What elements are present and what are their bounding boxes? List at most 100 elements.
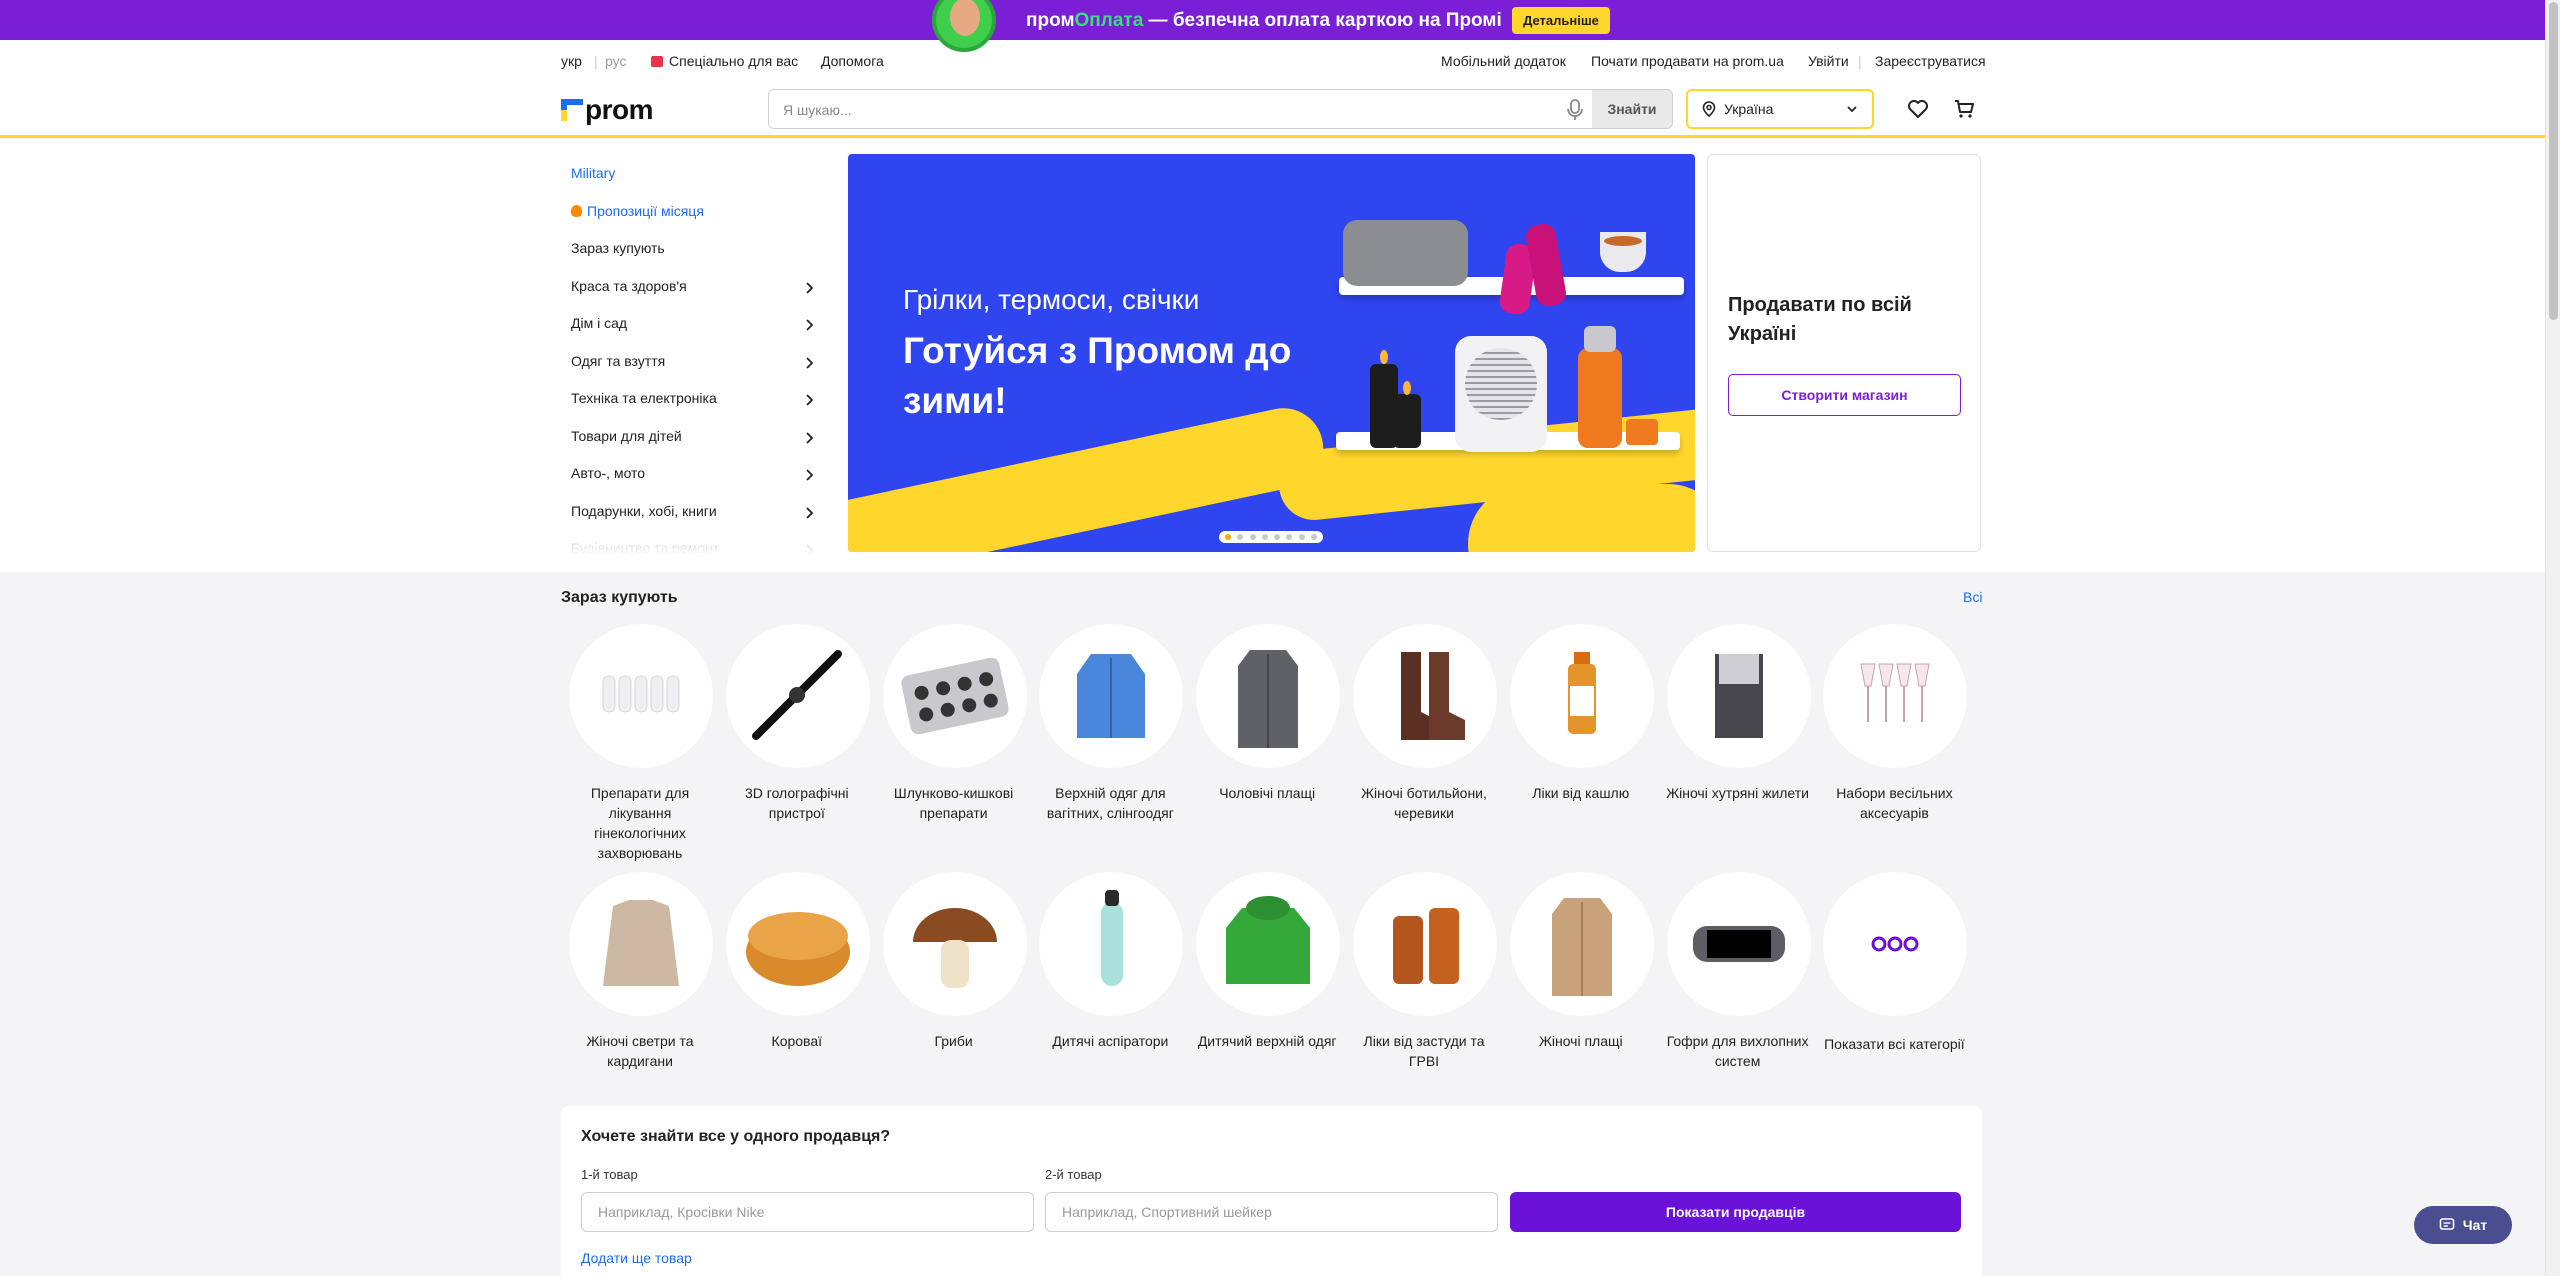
sidebar-category[interactable]: Краса та здоров'я	[571, 278, 821, 300]
blanket-icon	[1343, 220, 1468, 286]
sidebar-category[interactable]: Дім і сад	[571, 315, 821, 337]
sidebar-category[interactable]: Авто-, мото	[571, 465, 821, 487]
sidebar-category[interactable]: Пропозиції місяця	[571, 203, 821, 225]
carousel-dot[interactable]	[1261, 534, 1268, 540]
search-input[interactable]	[783, 99, 1543, 121]
carousel-dot[interactable]	[1237, 534, 1244, 540]
carousel-dot[interactable]	[1225, 534, 1232, 540]
category-tile-label: 3D голографічні пристрої	[744, 785, 849, 821]
sidebar-category[interactable]: Одяг та взуття	[571, 353, 821, 375]
promo-bar[interactable]: промОплата — безпечна оплата карткою на …	[0, 0, 2545, 52]
register-link[interactable]: Зареєструватися	[1875, 53, 1986, 69]
category-tile-label: Жіночі светри та кардигани	[586, 1033, 694, 1069]
boots-icon	[1353, 624, 1497, 768]
category-tile-label: Гофри для вихлопних систем	[1666, 1033, 1809, 1069]
promo-avatar	[932, 0, 996, 52]
sidebar-category-label: Авто-, мото	[571, 465, 646, 481]
create-shop-button[interactable]: Створити магазин	[1728, 374, 1961, 416]
cart-icon[interactable]	[1952, 97, 1976, 121]
category-tile-label: Жіночі плащі	[1538, 1033, 1623, 1049]
sidebar-category[interactable]: Зараз купують	[571, 240, 821, 262]
sidebar-category-label: Краса та здоров'я	[571, 277, 687, 294]
category-sidebar: Military Пропозиції місяця Зараз купують Кр…	[561, 155, 821, 555]
thermos-cup-icon	[1626, 419, 1658, 445]
category-tile-label: Препарати для лікування гінекологічних з…	[590, 785, 690, 861]
banner-title: Готуйся з Промом до зими!	[903, 330, 1292, 421]
chevron-right-icon	[806, 506, 814, 519]
chat-icon	[2439, 1218, 2455, 1230]
product-2-input[interactable]	[1045, 1192, 1498, 1232]
pill-blister-icon	[882, 624, 1027, 768]
wedding-glasses-icon	[1823, 624, 1968, 768]
banner-subtitle: Грілки, термоси, свічки	[903, 284, 1200, 315]
carousel-dot[interactable]	[1286, 534, 1293, 540]
show-sellers-button[interactable]: Показати продавців	[1510, 1192, 1961, 1232]
chevron-right-icon	[806, 281, 814, 294]
cold-medicine-icon	[1353, 872, 1497, 1016]
sidebar-category-label: Техніка та електроніка	[571, 390, 717, 406]
trench-coat-icon	[1509, 872, 1654, 1016]
product-2-label: 2-й товар	[1045, 1167, 1102, 1182]
sidebar-category[interactable]: Military	[571, 165, 821, 187]
category-tile-label: Чоловічі плащі	[1219, 785, 1316, 801]
carousel-dot[interactable]	[1310, 534, 1317, 540]
sidebar-category-label: Одяг та взуття	[571, 352, 666, 369]
add-product-link[interactable]: Додати ще товар	[581, 1250, 692, 1266]
blue-jacket-icon	[1039, 624, 1184, 768]
logo-mark-icon	[561, 99, 583, 121]
category-tile-label: Ліки від застуди та ГРВІ	[1363, 1033, 1485, 1069]
page-scrollbar[interactable]	[2545, 0, 2560, 1276]
promo-details-button[interactable]: Детальніше	[1512, 7, 1610, 34]
gift-icon	[651, 56, 663, 67]
region-select[interactable]: Україна	[1686, 89, 1874, 129]
microphone-icon[interactable]	[1565, 99, 1585, 121]
sell-card: Продавати по всій Україні Створити магаз…	[1707, 154, 1981, 552]
sidebar-category-label: Зараз купують	[571, 240, 665, 256]
category-tile-label: Ліки від кашлю	[1532, 785, 1630, 801]
start-selling-link[interactable]: Почати продавати на prom.ua	[1591, 53, 1784, 69]
sidebar-category[interactable]: Техніка та електроніка	[571, 390, 821, 412]
lang-ukr-link[interactable]: укр	[561, 53, 582, 69]
candle-icon	[1393, 394, 1421, 448]
category-tile-label: Жіночі хутряні жилети	[1666, 785, 1809, 801]
hero-banner[interactable]: Грілки, термоси, свічки Готуйся з Промом…	[848, 154, 1695, 552]
category-tile-label: Жіночі ботильйони, черевики	[1361, 785, 1487, 821]
chevron-right-icon	[806, 431, 814, 444]
category-tile-label: Набори весільних аксесуарів	[1836, 785, 1953, 821]
sidebar-category[interactable]: Подарунки, хобі, книги	[571, 503, 821, 525]
popular-all-link[interactable]: Всі	[1963, 589, 1982, 605]
search-box: Знайти	[768, 89, 1673, 129]
carousel-dots	[1219, 531, 1323, 543]
category-tile-label: Дитячі аспіратори	[1052, 1033, 1169, 1049]
carousel-dot[interactable]	[1298, 534, 1305, 540]
kids-jacket-icon	[1196, 872, 1341, 1016]
search-button[interactable]: Знайти	[1592, 90, 1672, 128]
product-1-input[interactable]	[581, 1192, 1034, 1232]
category-tile-label: Гриби	[934, 1033, 973, 1049]
category-tile-label: Показати всі категорії	[1824, 1036, 1965, 1052]
carousel-dot[interactable]	[1249, 534, 1256, 540]
auth-divider: |	[1858, 53, 1862, 69]
category-tile-label: Дитячий верхній одяг	[1197, 1033, 1337, 1049]
mobile-app-link[interactable]: Мобільний додаток	[1441, 53, 1566, 69]
chat-button[interactable]: Чат	[2414, 1206, 2512, 1244]
product-1-label: 1-й товар	[581, 1167, 638, 1182]
heart-icon[interactable]	[1906, 97, 1930, 121]
seller-search-form: Хочете знайти все у одного продавця? 1-й…	[561, 1106, 1982, 1276]
help-link[interactable]: Допомога	[821, 53, 884, 69]
special-for-you-link[interactable]: Спеціально для вас	[651, 53, 798, 69]
flame-icon	[1380, 350, 1388, 364]
category-tile-label: Шлунково-кишкові препарати	[893, 785, 1014, 821]
hologram-fan-icon	[725, 624, 870, 768]
sidebar-category-label: Military	[571, 165, 616, 181]
suppositories-icon	[569, 624, 713, 768]
flame-icon	[1403, 381, 1411, 395]
login-link[interactable]: Увійти	[1808, 53, 1849, 69]
promo-text: промОплата — безпечна оплата карткою на …	[1026, 10, 1502, 31]
prom-logo[interactable]: prom	[561, 94, 654, 125]
lang-rus-link[interactable]: рус	[605, 53, 626, 69]
lang-divider: |	[594, 53, 598, 69]
location-pin-icon	[1702, 101, 1716, 117]
carousel-dot[interactable]	[1274, 534, 1281, 540]
sidebar-category[interactable]: Товари для дітей	[571, 428, 821, 450]
